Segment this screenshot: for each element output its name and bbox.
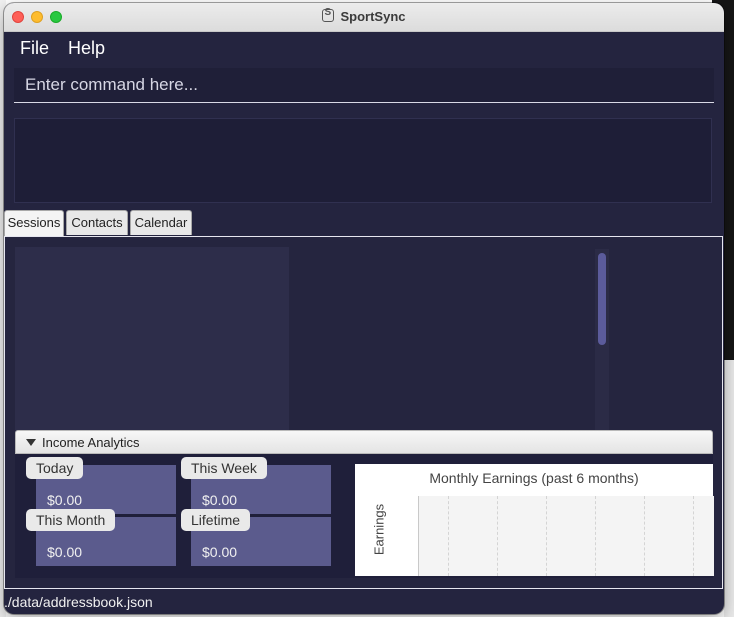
income-card-value: $0.00: [202, 492, 238, 508]
income-card-label: Lifetime: [181, 509, 251, 531]
window-title-text: SportSync: [340, 9, 406, 24]
income-card-value: $0.00: [47, 544, 83, 560]
income-card-value: $0.00: [202, 544, 238, 560]
income-analytics-header[interactable]: Income Analytics: [15, 430, 713, 454]
tab-calendar[interactable]: Calendar: [130, 210, 192, 235]
command-box: [14, 68, 714, 103]
income-card-label: Today: [26, 457, 84, 479]
chart-gridline: [595, 496, 596, 576]
tab-sessions[interactable]: Sessions: [4, 210, 64, 236]
income-card-this-week: This Week $0.00: [181, 457, 331, 514]
income-card-label: This Month: [26, 509, 116, 531]
chart-y-axis-label: Earnings: [371, 503, 387, 556]
command-input[interactable]: [14, 68, 714, 102]
tab-content-sessions: Income Analytics Today $0.00 This Week $…: [4, 236, 723, 589]
menu-help[interactable]: Help: [68, 38, 105, 59]
chart-gridline: [448, 496, 449, 576]
chart-gridline: [693, 496, 694, 576]
income-analytics-title: Income Analytics: [42, 435, 140, 450]
scrollbar-thumb[interactable]: [598, 253, 606, 345]
app-icon: [322, 7, 335, 22]
result-display: [14, 118, 712, 203]
menu-file[interactable]: File: [20, 38, 49, 59]
scrollbar[interactable]: [595, 249, 609, 432]
tab-contacts[interactable]: Contacts: [66, 210, 128, 235]
chart-gridline: [546, 496, 547, 576]
chart-gridline: [644, 496, 645, 576]
chart-title: Monthly Earnings (past 6 months): [429, 470, 639, 486]
income-card-today: Today $0.00: [26, 457, 176, 514]
title-bar[interactable]: SportSync: [4, 3, 724, 32]
session-list[interactable]: [15, 247, 289, 432]
monthly-earnings-chart: Monthly Earnings (past 6 months) Earning…: [355, 464, 714, 576]
status-bar-path: ./data/addressbook.json: [4, 594, 153, 610]
chart-gridline: [497, 496, 498, 576]
menu-bar: File Help: [4, 32, 724, 62]
app-window: SportSync File Help Sessions Contacts Ca…: [4, 3, 724, 614]
income-card-lifetime: Lifetime $0.00: [181, 509, 331, 566]
window-title: SportSync: [4, 7, 724, 24]
income-analytics-panel: Today $0.00 This Week $0.00 This Month $…: [15, 454, 714, 578]
income-card-label: This Week: [181, 457, 267, 479]
income-card-value: $0.00: [47, 492, 83, 508]
chevron-down-icon[interactable]: [26, 439, 36, 446]
income-card-this-month: This Month $0.00: [26, 509, 176, 566]
chart-plot-area: [418, 496, 714, 576]
